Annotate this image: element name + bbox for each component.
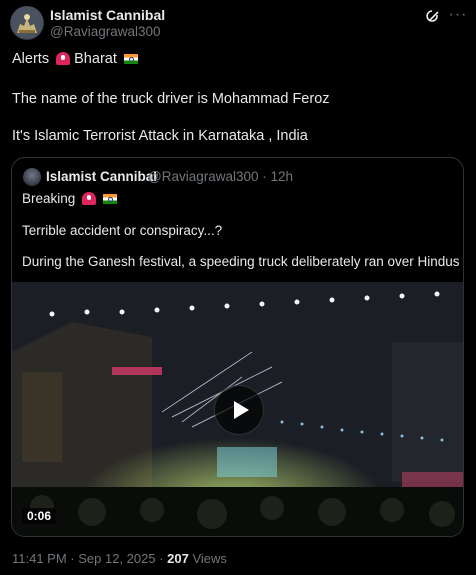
author-handle[interactable]: @Raviagrawal300 <box>50 24 161 39</box>
quoted-line-1: Breaking <box>22 191 117 206</box>
siren-emoji-icon <box>82 192 97 205</box>
post-line-3: It's Islamic Terrorist Attack in Karnata… <box>12 128 308 144</box>
play-icon[interactable] <box>214 385 264 435</box>
avatar[interactable] <box>10 6 44 40</box>
post-text-alerts: Alerts <box>12 51 50 67</box>
post-text-bharat: Bharat <box>74 51 117 67</box>
video-duration: 0:06 <box>22 508 57 524</box>
grok-icon[interactable] <box>425 8 443 26</box>
quoted-post-card[interactable]: Islamist Cannibal @Raviagrawal300 · 12h … <box>11 157 464 537</box>
siren-emoji-icon <box>56 52 71 65</box>
quoted-text-breaking: Breaking <box>22 191 76 206</box>
views-label: Views <box>188 551 227 566</box>
quoted-handle-time[interactable]: @Raviagrawal300 · 12h <box>148 169 293 184</box>
quoted-line-2: Terrible accident or conspiracy...? <box>22 223 223 238</box>
quoted-line-3: During the Ganesh festival, a speeding t… <box>22 254 464 269</box>
post-line-1: Alerts Bharat <box>12 51 138 67</box>
post-meta: 11:41 PM · Sep 12, 2025 · 207 Views <box>12 551 227 566</box>
video-player[interactable]: 0:06 <box>12 282 463 536</box>
quoted-author-name[interactable]: Islamist Cannibal <box>46 169 157 184</box>
author-name[interactable]: Islamist Cannibal <box>50 7 165 23</box>
india-flag-icon <box>123 54 138 64</box>
india-flag-icon <box>102 194 117 204</box>
post-timestamp[interactable]: 11:41 PM · Sep 12, 2025 · <box>12 551 167 566</box>
post-line-2: The name of the truck driver is Mohammad… <box>12 91 330 107</box>
more-icon[interactable]: ··· <box>448 5 468 25</box>
views-count: 207 <box>167 551 189 566</box>
quoted-avatar[interactable] <box>23 168 41 186</box>
